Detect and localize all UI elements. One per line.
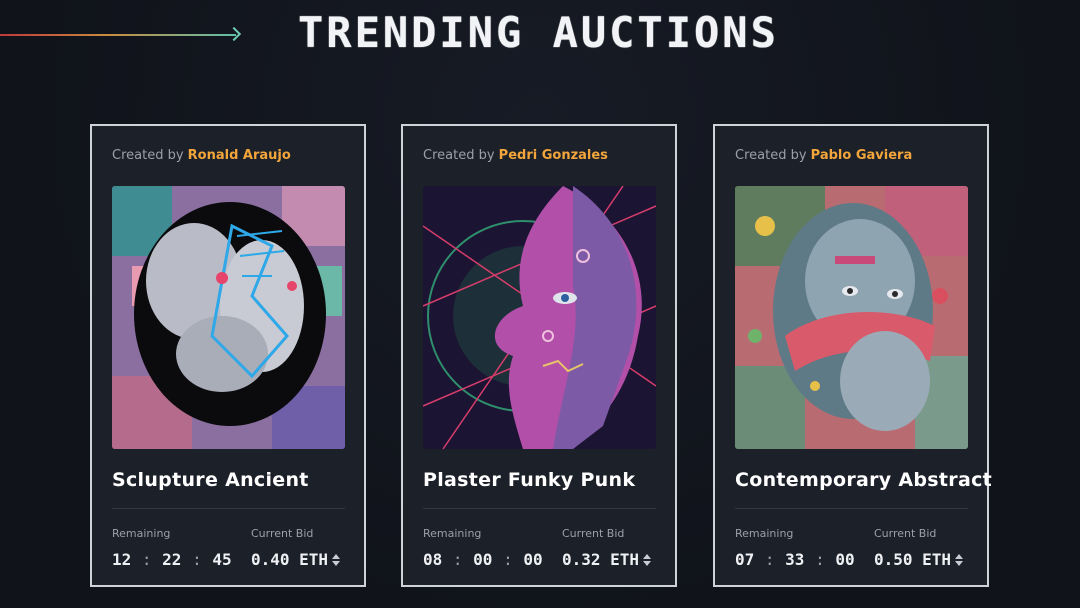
hours: 08 (423, 550, 443, 569)
current-bid-label: Current Bid (251, 527, 314, 540)
remaining-label: Remaining (112, 527, 171, 540)
creator-line: Created by Pedri Gonzales (423, 148, 608, 163)
bid-amount: 0.32 ETH (562, 550, 640, 569)
creator-line: Created by Pablo Gaviera (735, 148, 912, 163)
seconds: 00 (835, 550, 855, 569)
current-bid-value[interactable]: 0.40 ETH (251, 550, 341, 569)
seconds: 45 (212, 550, 232, 569)
artwork-title[interactable]: Sclupture Ancient (112, 469, 309, 491)
hours: 07 (735, 550, 755, 569)
sort-arrows-icon[interactable] (955, 554, 964, 566)
creator-name-link[interactable]: Pedri Gonzales (499, 148, 608, 163)
countdown-timer: 08 : 00 : 00 (423, 550, 543, 569)
remaining-label: Remaining (735, 527, 794, 540)
artwork-title[interactable]: Plaster Funky Punk (423, 469, 635, 491)
page-title: TRENDING AUCTIONS (298, 8, 779, 57)
created-by-label: Created by (735, 148, 807, 163)
auction-card[interactable]: Created by Pedri Gonzales Plaster Funky … (401, 124, 677, 587)
artwork-image[interactable] (112, 186, 345, 449)
current-bid-value[interactable]: 0.32 ETH (562, 550, 652, 569)
arrow-right-icon (226, 26, 242, 42)
countdown-timer: 12 : 22 : 45 (112, 550, 232, 569)
sort-arrows-icon[interactable] (332, 554, 341, 566)
creator-name-link[interactable]: Pablo Gaviera (811, 148, 913, 163)
current-bid-label: Current Bid (874, 527, 937, 540)
minutes: 22 (162, 550, 182, 569)
divider (735, 508, 968, 509)
created-by-label: Created by (423, 148, 495, 163)
creator-line: Created by Ronald Araujo (112, 148, 291, 163)
bid-amount: 0.50 ETH (874, 550, 952, 569)
created-by-label: Created by (112, 148, 184, 163)
artwork-title[interactable]: Contemporary Abstract (735, 469, 992, 491)
creator-name-link[interactable]: Ronald Araujo (188, 148, 291, 163)
current-bid-value[interactable]: 0.50 ETH (874, 550, 964, 569)
artwork-image[interactable] (423, 186, 656, 449)
auction-card[interactable]: Created by Ronald Araujo Sclupture Ancie… (90, 124, 366, 587)
sort-arrows-icon[interactable] (643, 554, 652, 566)
minutes: 33 (785, 550, 805, 569)
divider (423, 508, 656, 509)
bid-amount: 0.40 ETH (251, 550, 329, 569)
decorative-arrow-line (0, 34, 236, 36)
remaining-label: Remaining (423, 527, 482, 540)
seconds: 00 (523, 550, 543, 569)
countdown-timer: 07 : 33 : 00 (735, 550, 855, 569)
divider (112, 508, 345, 509)
minutes: 00 (473, 550, 493, 569)
current-bid-label: Current Bid (562, 527, 625, 540)
auction-card[interactable]: Created by Pablo Gaviera Contemporary Ab… (713, 124, 992, 587)
hours: 12 (112, 550, 132, 569)
artwork-image[interactable] (735, 186, 968, 449)
